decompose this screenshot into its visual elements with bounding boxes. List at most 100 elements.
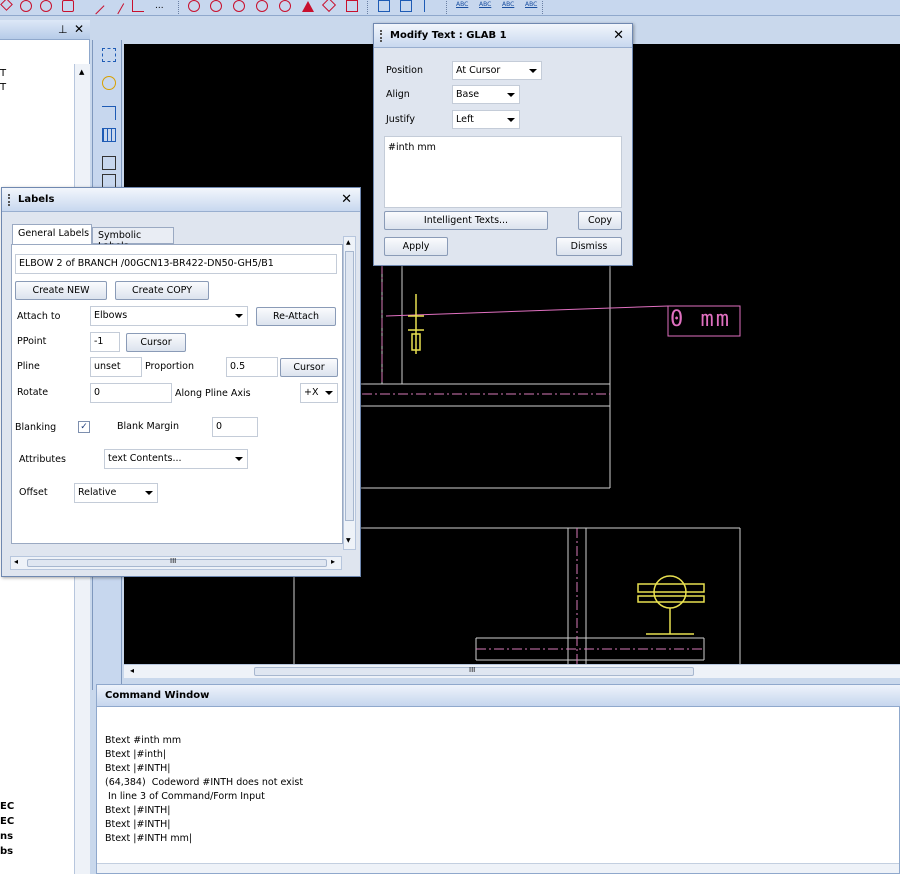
close-icon[interactable]: ✕ — [341, 192, 352, 207]
chevron-down-icon — [507, 93, 515, 97]
re-attach-button[interactable]: Re-Attach — [256, 307, 336, 326]
abc-label-icon[interactable]: ABC — [456, 1, 468, 8]
pline-field[interactable]: unset — [90, 357, 142, 377]
blank-margin-field[interactable]: 0 — [212, 417, 258, 437]
circle-tangent-icon[interactable] — [256, 0, 268, 12]
grip-icon[interactable] — [8, 194, 10, 206]
highlight-icon[interactable] — [102, 76, 116, 90]
tree-item[interactable]: EC — [0, 801, 14, 812]
labels-horizontal-scrollbar[interactable]: ◂ III ▸ — [10, 556, 342, 570]
labels-hscroll-thumb[interactable]: III — [27, 557, 327, 567]
pline-cursor-button[interactable]: Cursor — [280, 358, 338, 377]
command-output-line: (64,384) Codeword #INTH does not exist — [105, 777, 304, 788]
scroll-thumb-grip: III — [170, 557, 177, 565]
labels-scroll-thumb[interactable] — [345, 251, 354, 521]
arrow-up-right-icon[interactable] — [102, 106, 116, 120]
offset-dropdown[interactable]: Relative — [74, 483, 158, 503]
curve-icon[interactable] — [62, 0, 74, 12]
attributes-value: text Contents... — [108, 453, 182, 464]
line-icon[interactable] — [87, 0, 105, 15]
labels-title-bar[interactable]: Labels — [2, 188, 360, 212]
align-dropdown[interactable]: Base — [452, 85, 520, 104]
canvas-scroll-thumb[interactable]: III — [254, 666, 694, 676]
ppoint-cursor-button[interactable]: Cursor — [126, 333, 186, 352]
rotate-field[interactable]: 0 — [90, 383, 172, 403]
polygon-icon[interactable] — [20, 0, 32, 12]
triangle-icon[interactable] — [302, 0, 314, 12]
abc-label-icon[interactable]: ABC — [479, 1, 491, 8]
tree-item[interactable]: ns — [0, 831, 13, 842]
scroll-left-icon[interactable]: ◂ — [130, 666, 134, 675]
command-output-line: Btext |#inth| — [105, 749, 167, 760]
command-output-line: In line 3 of Command/Form Input — [105, 791, 265, 802]
chevron-down-icon — [507, 118, 515, 122]
position-dropdown[interactable]: At Cursor — [452, 61, 542, 80]
proportion-field[interactable]: 0.5 — [226, 357, 278, 377]
command-output-line: Btext |#INTH| — [105, 763, 171, 774]
blanking-checkbox[interactable]: ✓ — [78, 421, 90, 433]
tree-item[interactable]: EC — [0, 816, 14, 827]
tab-general-labels[interactable]: General Labels — [12, 224, 92, 244]
justify-dropdown[interactable]: Left — [452, 110, 520, 129]
element-name-field[interactable]: ELBOW 2 of BRANCH /00GCN13-BR422-DN50-GH… — [15, 254, 337, 274]
close-icon[interactable]: ✕ — [613, 28, 624, 43]
create-new-button[interactable]: Create NEW — [15, 281, 107, 300]
text-block-icon[interactable] — [400, 0, 412, 12]
proportion-label: Proportion — [145, 361, 195, 372]
ppoint-field[interactable]: -1 — [90, 332, 120, 352]
circle-icon[interactable] — [188, 0, 200, 12]
attributes-dropdown[interactable]: text Contents... — [104, 449, 248, 469]
grip-icon[interactable] — [380, 30, 382, 42]
scroll-up-icon[interactable]: ▲ — [79, 68, 84, 76]
canvas-horizontal-scrollbar[interactable]: ◂ III — [124, 664, 900, 678]
text-cursor-icon[interactable] — [424, 0, 436, 12]
align-value: Base — [456, 89, 480, 100]
circle-cross-icon[interactable] — [210, 0, 222, 12]
top-toolbar: ... ABC ABC ABC ABC — [0, 0, 900, 16]
along-axis-dropdown[interactable]: +X — [300, 383, 338, 403]
dimension-icon[interactable] — [132, 0, 144, 12]
dismiss-button[interactable]: Dismiss — [556, 237, 622, 256]
circle-dot-icon[interactable] — [233, 0, 245, 12]
circle-point-icon[interactable] — [279, 0, 291, 12]
scroll-right-icon[interactable]: ▸ — [331, 557, 335, 566]
apply-button[interactable]: Apply — [384, 237, 448, 256]
dialog-title: Labels — [18, 194, 55, 205]
position-label: Position — [386, 65, 423, 76]
abc-label-icon[interactable]: ABC — [502, 1, 514, 8]
close-icon[interactable]: ✕ — [74, 22, 84, 36]
toolbar-overflow[interactable]: ... — [155, 1, 164, 11]
create-copy-button[interactable]: Create COPY — [115, 281, 209, 300]
square-slash-icon[interactable] — [346, 0, 358, 12]
attach-to-value: Elbows — [94, 310, 128, 321]
rotate-label: Rotate — [17, 387, 49, 398]
drawing-label-text[interactable]: 0 mm — [670, 307, 731, 332]
text-edit-icon[interactable] — [378, 0, 390, 12]
tree-item[interactable]: T — [0, 68, 6, 79]
grid-icon[interactable] — [102, 128, 116, 142]
text-content-area[interactable]: #inth mm — [384, 136, 622, 208]
intelligent-texts-button[interactable]: Intelligent Texts... — [384, 211, 548, 230]
tree-item[interactable]: T — [0, 82, 6, 93]
layer-1-icon[interactable] — [102, 156, 116, 170]
select-window-icon[interactable] — [102, 48, 116, 62]
attach-to-dropdown[interactable]: Elbows — [90, 306, 248, 326]
pin-icon[interactable]: ⊥ — [58, 23, 68, 36]
scroll-up-icon[interactable]: ▲ — [346, 239, 351, 246]
scroll-left-icon[interactable]: ◂ — [14, 557, 18, 566]
chevron-down-icon — [325, 391, 333, 395]
draw-arrow-icon[interactable] — [0, 0, 13, 11]
tab-symbolic-labels[interactable]: Symbolic Labels — [92, 227, 174, 252]
scroll-down-icon[interactable]: ▼ — [346, 537, 351, 544]
abc-label-icon[interactable]: ABC — [525, 1, 537, 8]
copy-button[interactable]: Copy — [578, 211, 622, 230]
align-label: Align — [386, 89, 410, 100]
tree-item[interactable]: bs — [0, 846, 13, 857]
command-window-scrollbar[interactable] — [97, 863, 899, 873]
labels-vertical-scrollbar[interactable]: ▲ ▼ — [343, 236, 356, 550]
modify-text-title-bar[interactable]: Modify Text : GLAB 1 — [374, 24, 632, 48]
layer-2-icon[interactable] — [102, 174, 116, 188]
pencil-icon[interactable] — [107, 0, 125, 15]
diamond-icon[interactable] — [321, 0, 337, 13]
gear-shape-icon[interactable] — [40, 0, 52, 12]
